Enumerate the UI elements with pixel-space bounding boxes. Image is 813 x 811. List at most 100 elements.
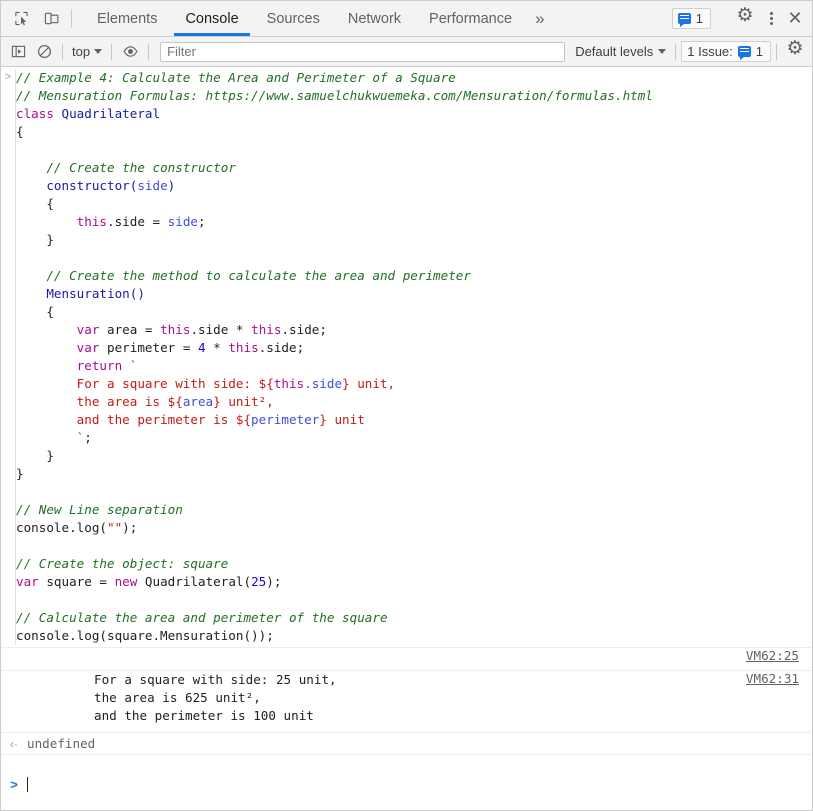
code-line: console.log(""); [16,519,806,537]
code-token: } [16,448,54,463]
console-settings-icon[interactable] [782,39,808,64]
code-token: { [16,124,24,139]
code-token: new [114,574,138,589]
code-token: For a square with side: ${ [16,376,274,391]
panel-tabs: Elements Console Sources Network Perform… [83,1,554,36]
code-line: // Create the constructor [16,159,806,177]
log-levels-selector[interactable]: Default levels [571,44,670,59]
overflow-menu-icon[interactable] [760,12,782,25]
tab-console-label: Console [185,10,239,27]
code-token: .side = [107,214,168,229]
console-messages: > // Example 4: Calculate the Area and P… [1,67,812,810]
code-token: ; [84,430,92,445]
code-token: } unit, [342,376,396,391]
code-token: this [273,376,305,391]
code-token: var [76,322,100,337]
tab-network-label: Network [347,10,402,27]
source-location-link[interactable]: VM62:25 [746,648,812,663]
code-line: // Mensuration Formulas: https://www.sam… [16,87,806,105]
code-token: // Create the method to calculate the ar… [46,268,471,283]
code-line: // Example 4: Calculate the Area and Per… [16,69,806,87]
live-expression-icon[interactable] [117,40,143,64]
device-toolbar-glyph [44,12,58,25]
code-token: 25 [251,574,267,589]
clear-glyph [37,44,51,59]
output-content: For a square with side: 25 unit, the are… [1,671,746,732]
code-token: console.log(square.Mensuration()); [16,628,274,643]
code-token: // Create the constructor [46,160,236,175]
code-token: } [16,232,54,247]
code-line: Mensuration() [16,285,806,303]
tab-elements-label: Elements [97,10,158,27]
tab-console[interactable]: Console [171,1,252,36]
code-token: .side [304,376,343,391]
issues-badge[interactable]: 1 [671,8,711,29]
source-code-block: // Example 4: Calculate the Area and Per… [15,69,812,645]
output-text: For a square with side: 25 unit, the are… [94,672,337,723]
console-sidebar-icon[interactable] [5,40,31,64]
console-prompt-row[interactable]: > [1,755,812,810]
tab-performance-label: Performance [429,10,513,27]
code-token: area [182,394,214,409]
sidebar-glyph [11,45,25,58]
output-content [1,648,746,670]
code-token: square = [38,574,115,589]
more-tabs-icon[interactable]: » [526,1,553,36]
code-line: { [16,195,806,213]
code-token: Quadrilateral( [137,574,252,589]
execution-context-selector[interactable]: top [68,44,106,59]
result-arrow-icon: ‹· [10,737,18,751]
code-token: this [251,322,282,337]
code-line: class Quadrilateral [16,105,806,123]
code-line: } [16,465,806,483]
code-token: Quadrilateral [61,106,161,121]
code-token: var [76,340,100,355]
source-location-link[interactable]: VM62:31 [746,671,812,686]
settings-gear-icon[interactable] [730,6,760,27]
tab-performance[interactable]: Performance [415,1,526,36]
code-line: var area = this.side * this.side; [16,321,806,339]
code-token: .side * [190,322,252,337]
code-line: constructor(side) [16,177,806,195]
console-output-list: VM62:25 For a square with side: 25 unit, … [1,648,812,733]
code-token: this [76,214,108,229]
gear-glyph [787,39,804,60]
issues-counter-count: 1 [755,44,763,59]
filter-input[interactable] [160,41,566,62]
code-line: // Create the object: square [16,555,806,573]
code-token: ` [129,358,138,373]
tab-sources[interactable]: Sources [253,1,334,36]
tabbar-actions: 1 ✕ [671,1,812,36]
code-token: } unit [319,412,365,427]
tab-network[interactable]: Network [334,1,415,36]
tabbar-divider [71,9,72,28]
result-value: undefined [27,736,96,751]
code-token: ` [16,430,85,445]
code-token: area = [99,322,161,337]
code-token: and the perimeter is ${ [16,412,252,427]
inspect-element-icon[interactable] [6,1,36,36]
chevron-down-icon [658,49,667,54]
clear-console-icon[interactable] [31,40,57,64]
tab-elements[interactable]: Elements [83,1,171,36]
issues-counter[interactable]: 1 Issue: 1 [681,41,771,62]
code-token: side [137,178,168,193]
code-line: { [16,123,806,141]
prompt-arrow-icon: > [10,777,18,792]
code-line: // Create the method to calculate the ar… [16,267,806,285]
code-token: // New Line separation [16,502,183,517]
gear-glyph [737,6,754,27]
chevron-down-icon [94,49,103,54]
device-toolbar-icon[interactable] [36,1,66,36]
close-icon[interactable]: ✕ [782,8,808,29]
log-levels-label: Default levels [575,44,654,59]
issues-badge-count: 1 [695,11,703,26]
